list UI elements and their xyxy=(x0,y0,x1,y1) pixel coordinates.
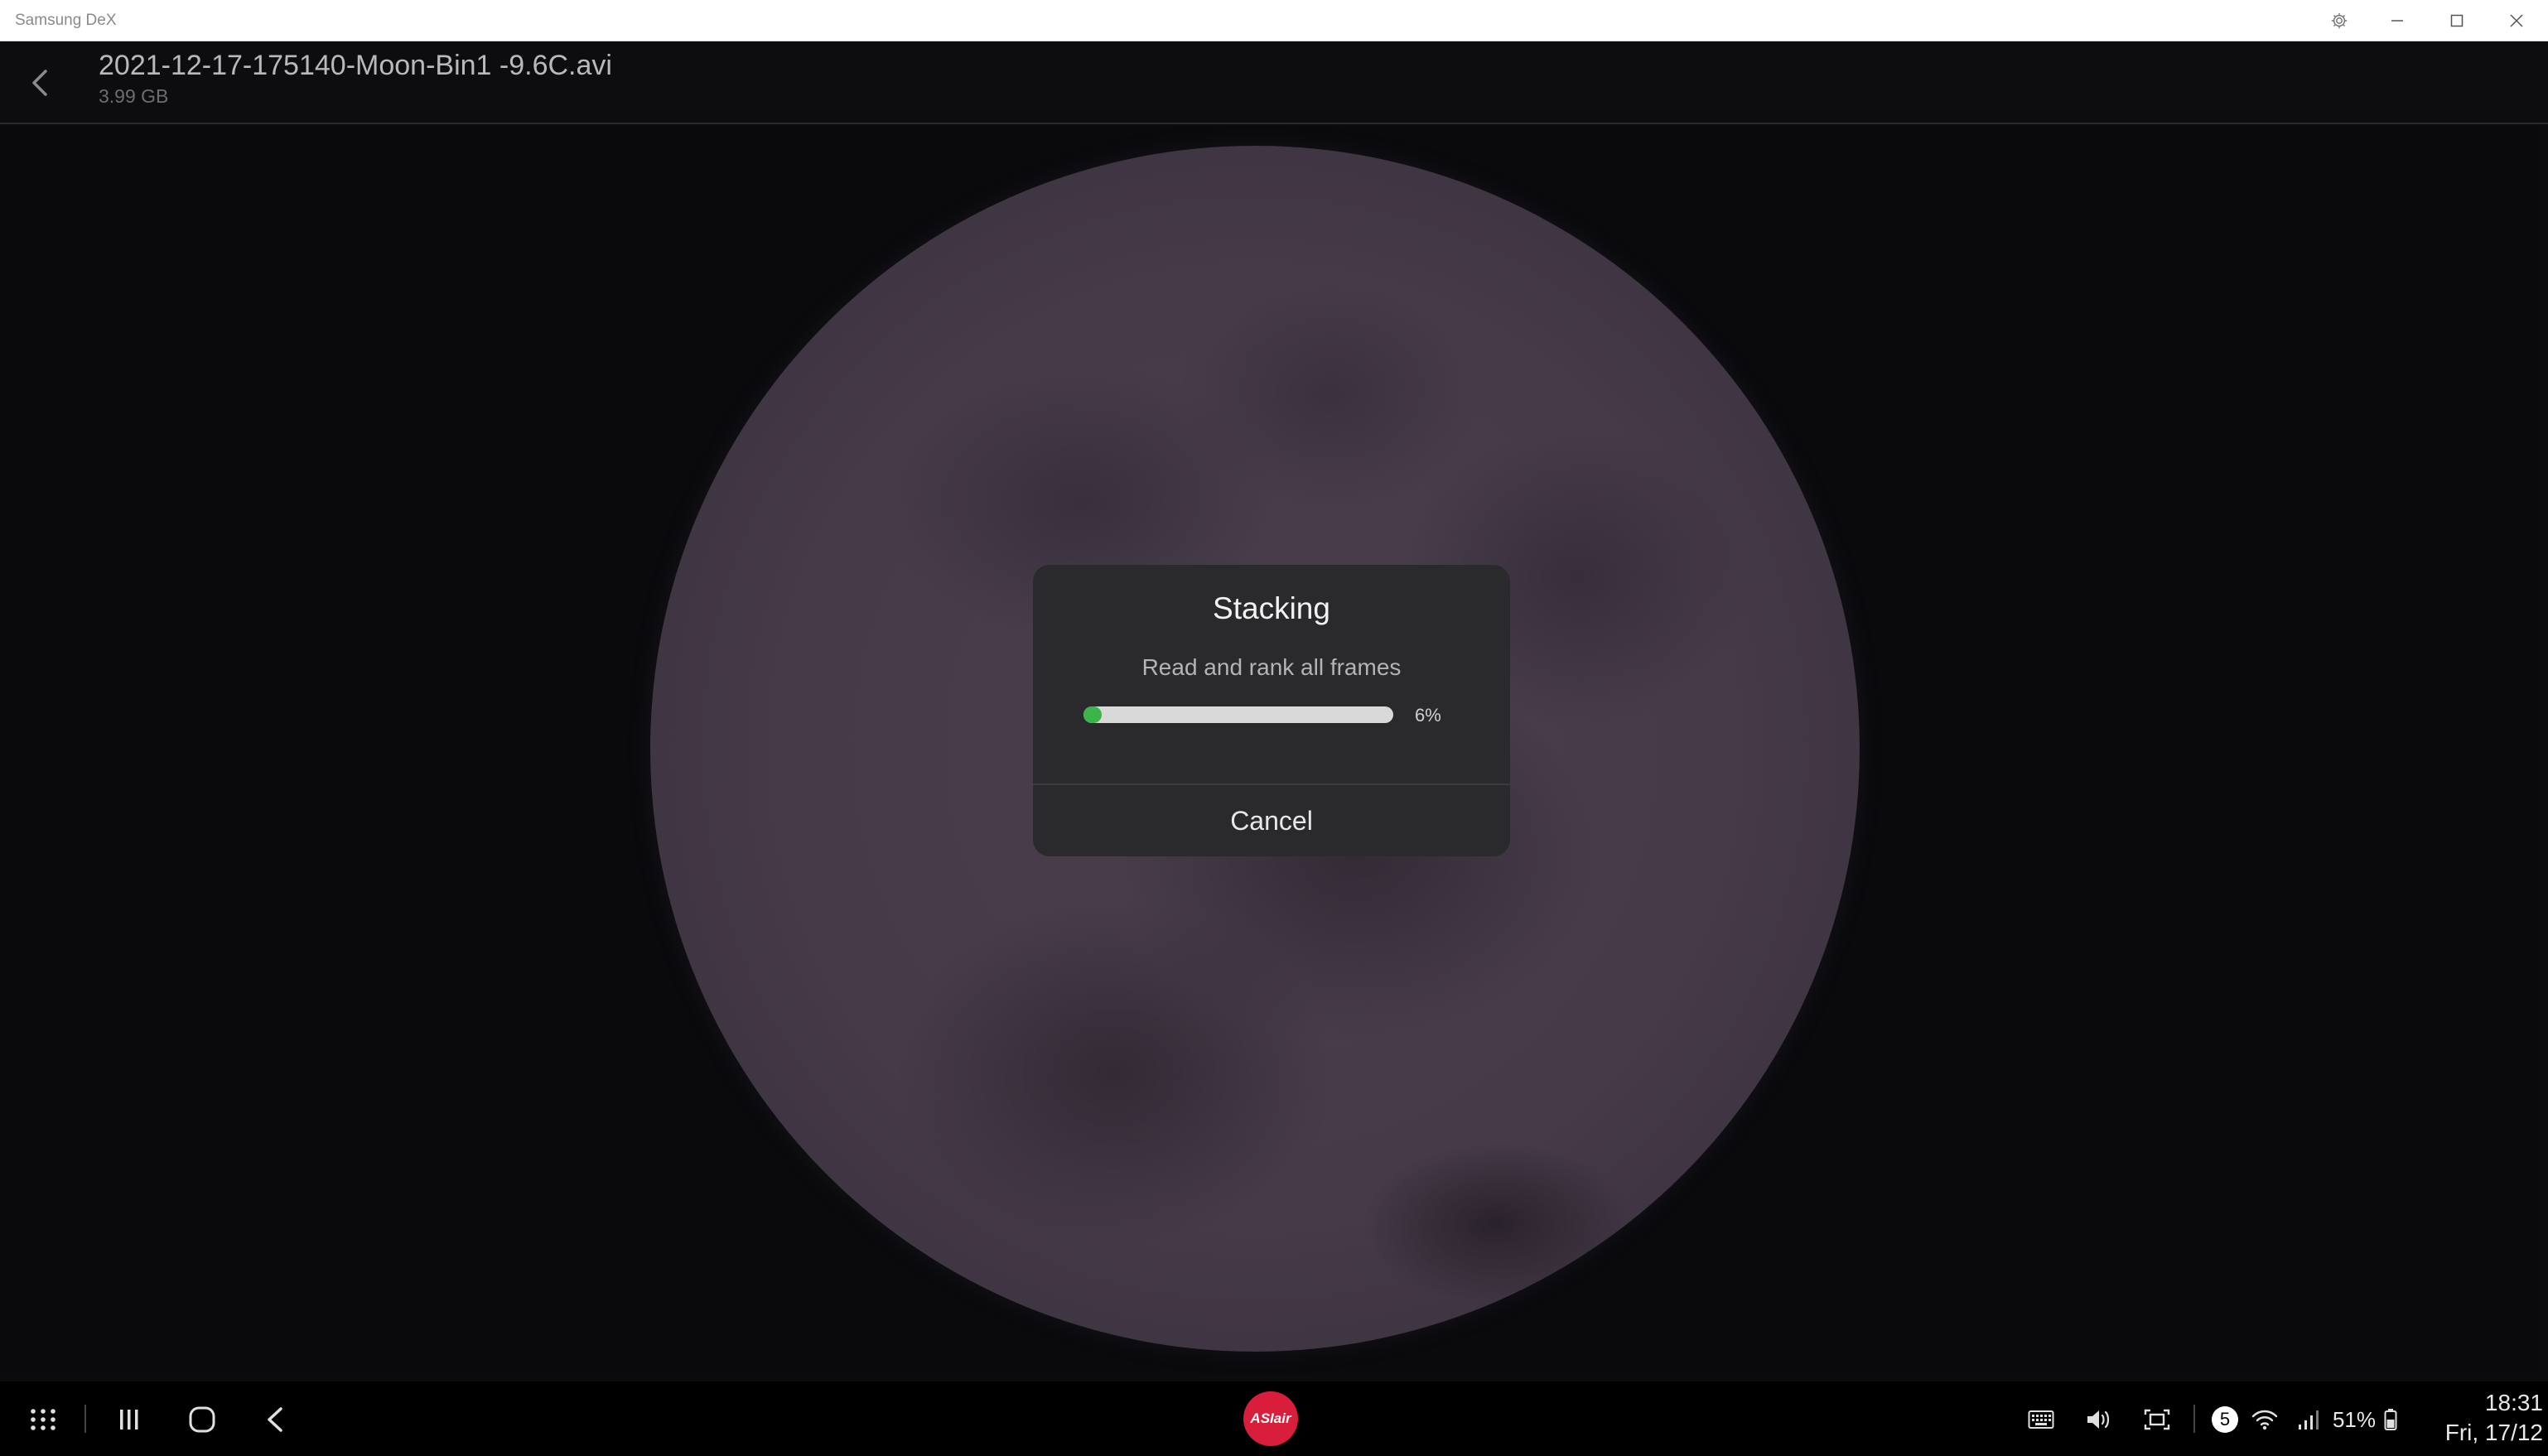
dialog-message: Read and rank all frames xyxy=(1141,654,1402,680)
volume-button[interactable] xyxy=(2082,1403,2116,1436)
progress-bar xyxy=(1083,706,1393,723)
file-size: 3.99 GB xyxy=(99,85,169,107)
screen-capture-button[interactable] xyxy=(2140,1403,2174,1436)
wifi-icon xyxy=(2251,1410,2278,1430)
stacking-dialog: Stacking Read and rank all frames 6% Can… xyxy=(1033,565,1510,856)
recents-button[interactable] xyxy=(106,1396,152,1443)
volume-icon xyxy=(2087,1410,2110,1429)
gear-icon xyxy=(2331,12,2348,29)
minimize-button[interactable] xyxy=(2367,0,2427,41)
apps-button[interactable] xyxy=(20,1396,66,1443)
battery-percent: 51% xyxy=(2332,1406,2377,1432)
cancel-button[interactable]: Cancel xyxy=(1033,785,1510,856)
apps-grid-icon xyxy=(31,1409,55,1430)
battery-status[interactable]: 51% xyxy=(2331,1403,2377,1436)
date: Fri, 17/12 xyxy=(2444,1420,2543,1445)
recents-icon xyxy=(120,1410,138,1429)
battery-icon xyxy=(2384,1409,2397,1430)
window-titlebar: Samsung DeX xyxy=(0,0,2548,41)
dex-taskbar: ASIair 5 51% 18:31 Fri, 17/12 xyxy=(0,1381,2548,1456)
progress-percent: 6% xyxy=(1415,705,1441,726)
wifi-status[interactable] xyxy=(2248,1403,2281,1436)
maximize-icon xyxy=(2450,14,2464,27)
back-arrow-icon xyxy=(268,1407,282,1432)
cellular-status[interactable] xyxy=(2291,1403,2324,1436)
minimize-icon xyxy=(2391,20,2403,22)
signal-icon xyxy=(2299,1410,2319,1429)
window-title: Samsung DeX xyxy=(15,12,117,29)
chevron-left-icon xyxy=(32,70,47,96)
asiair-badge: ASIair xyxy=(1243,1391,1298,1446)
app-header: 2021-12-17-175140-Moon-Bin1 -9.6C.avi 3.… xyxy=(0,41,2548,124)
settings-button[interactable] xyxy=(2309,0,2369,41)
screen-capture-icon xyxy=(2144,1409,2170,1430)
home-icon xyxy=(189,1406,215,1433)
asiair-app-icon[interactable]: ASIair xyxy=(1243,1391,1298,1446)
home-button[interactable] xyxy=(179,1396,225,1443)
back-button[interactable] xyxy=(17,58,63,108)
notification-count[interactable]: 5 xyxy=(2210,1405,2240,1434)
asiair-label: ASIair xyxy=(1250,1410,1291,1426)
notification-badge: 5 xyxy=(2212,1406,2238,1433)
clock[interactable]: 18:31 Fri, 17/12 xyxy=(2419,1388,2543,1448)
close-button[interactable] xyxy=(2487,0,2546,41)
taskbar-divider xyxy=(84,1405,86,1433)
dialog-title: Stacking xyxy=(1213,591,1330,625)
taskbar-divider-right xyxy=(2193,1405,2195,1433)
close-icon xyxy=(2510,14,2523,27)
keyboard-button[interactable] xyxy=(2024,1403,2058,1436)
battery-icon-wrap xyxy=(2381,1405,2401,1434)
time: 18:31 xyxy=(2484,1390,2543,1415)
keyboard-icon xyxy=(2028,1410,2054,1429)
progress-fill xyxy=(1083,706,1103,723)
nav-back-button[interactable] xyxy=(252,1396,298,1443)
maximize-button[interactable] xyxy=(2427,0,2487,41)
file-name: 2021-12-17-175140-Moon-Bin1 -9.6C.avi xyxy=(99,50,612,81)
